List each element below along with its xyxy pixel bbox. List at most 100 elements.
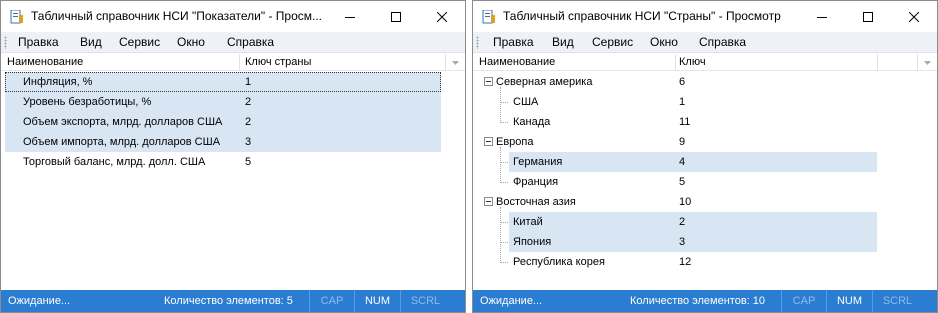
tree-child-row[interactable]: Япония 3 <box>509 232 877 252</box>
column-chooser-button[interactable] <box>445 54 465 71</box>
tree-connector <box>500 242 508 243</box>
tree-connector <box>500 162 508 163</box>
column-name-header[interactable]: Наименование <box>7 56 83 68</box>
tree-group-row[interactable]: Северная америка 6 <box>481 72 877 92</box>
title-bar[interactable]: Табличный справочник НСИ "Показатели" - … <box>1 1 465 32</box>
column-name-header[interactable]: Наименование <box>479 56 555 68</box>
row-key: 5 <box>679 176 686 188</box>
menu-window[interactable]: Окно <box>650 35 678 49</box>
menu-grip[interactable] <box>4 36 7 49</box>
row-key: 2 <box>245 96 252 108</box>
menu-help[interactable]: Справка <box>227 35 274 49</box>
minimize-button[interactable] <box>327 1 373 32</box>
close-button[interactable] <box>891 1 937 32</box>
collapse-toggle-icon[interactable] <box>484 197 493 206</box>
row-name: Восточная азия <box>496 196 576 208</box>
close-icon <box>909 11 919 22</box>
table-row[interactable]: Инфляция, % 1 <box>5 72 441 92</box>
menu-view[interactable]: Вид <box>552 35 574 49</box>
tree-group-row[interactable]: Восточная азия 10 <box>481 192 877 212</box>
tree-connector <box>500 87 501 123</box>
column-divider[interactable] <box>675 54 676 71</box>
item-count: Количество элементов: 10 <box>630 295 766 307</box>
num-lock-indicator: NUM <box>826 290 872 312</box>
row-name: Франция <box>513 176 559 188</box>
maximize-icon <box>863 11 873 22</box>
title-bar[interactable]: Табличный справочник НСИ "Страны" - Прос… <box>473 1 937 32</box>
tree-child-row[interactable]: Германия 4 <box>509 152 877 172</box>
tree-group-row[interactable]: Европа 9 <box>481 132 877 152</box>
tree-child-row[interactable]: США 1 <box>509 92 877 112</box>
column-key-header[interactable]: Ключ страны <box>245 56 311 68</box>
app-icon <box>482 10 495 24</box>
tree-connector <box>500 207 501 263</box>
row-name: Республика корея <box>513 256 605 268</box>
row-name: Япония <box>513 236 552 248</box>
menu-bar: Правка Вид Сервис Окно Справка <box>473 32 937 53</box>
table-row[interactable]: Уровень безработицы, % 2 <box>5 92 441 112</box>
collapse-toggle-icon[interactable] <box>484 137 493 146</box>
column-divider[interactable] <box>239 54 240 71</box>
row-key: 11 <box>679 116 691 128</box>
table-row[interactable]: Торговый баланс, млрд. долл. США 5 <box>5 152 441 172</box>
window-title: Табличный справочник НСИ "Показатели" - … <box>31 9 323 23</box>
column-key-header[interactable]: Ключ <box>679 56 706 68</box>
column-divider[interactable] <box>877 54 878 71</box>
row-name: Канада <box>513 116 551 128</box>
menu-grip[interactable] <box>476 36 479 49</box>
tree-child-row[interactable]: Канада 11 <box>509 112 877 132</box>
column-header: Наименование Ключ страны <box>1 54 465 71</box>
chevron-down-icon <box>452 60 459 65</box>
row-key: 2 <box>245 116 252 128</box>
collapse-toggle-icon[interactable] <box>484 77 493 86</box>
row-name: Северная америка <box>496 76 593 88</box>
menu-bar: Правка Вид Сервис Окно Справка <box>1 32 465 53</box>
row-name: Уровень безработицы, % <box>23 96 152 108</box>
chevron-down-icon <box>924 60 931 65</box>
tree-connector <box>500 147 501 183</box>
column-chooser-button[interactable] <box>917 54 937 71</box>
row-name: США <box>513 96 539 108</box>
tree-connector <box>500 222 508 223</box>
status-bar: Ожидание... Количество элементов: 10 CAP… <box>473 290 937 312</box>
row-key: 4 <box>679 156 686 168</box>
row-key: 1 <box>679 96 686 108</box>
tree-child-row[interactable]: Китай 2 <box>509 212 877 232</box>
row-key: 5 <box>245 156 252 168</box>
menu-service[interactable]: Сервис <box>119 35 160 49</box>
tree-child-row[interactable]: Республика корея 12 <box>509 252 877 272</box>
maximize-button[interactable] <box>845 1 891 32</box>
tree-connector <box>500 182 508 183</box>
status-bar: Ожидание... Количество элементов: 5 CAP … <box>1 290 465 312</box>
close-icon <box>437 11 447 22</box>
row-key: 3 <box>245 136 252 148</box>
app-icon <box>10 10 23 24</box>
row-key: 3 <box>679 236 686 248</box>
row-key: 9 <box>679 136 686 148</box>
caps-lock-indicator: CAP <box>309 290 354 312</box>
row-name: Объем импорта, млрд. долларов США <box>23 136 221 148</box>
row-key: 1 <box>245 76 252 88</box>
menu-window[interactable]: Окно <box>177 35 205 49</box>
indicators-window: Табличный справочник НСИ "Показатели" - … <box>0 0 466 313</box>
menu-edit[interactable]: Правка <box>493 35 534 49</box>
maximize-icon <box>391 11 401 22</box>
scroll-lock-indicator: SCRL <box>400 290 450 312</box>
row-key: 10 <box>679 196 692 208</box>
item-count: Количество элементов: 5 <box>164 295 293 307</box>
close-button[interactable] <box>419 1 465 32</box>
table-row[interactable]: Объем экспорта, млрд. долларов США 2 <box>5 112 441 132</box>
minimize-button[interactable] <box>799 1 845 32</box>
maximize-button[interactable] <box>373 1 419 32</box>
menu-edit[interactable]: Правка <box>18 35 59 49</box>
window-title: Табличный справочник НСИ "Страны" - Прос… <box>503 9 781 23</box>
row-name: Объем экспорта, млрд. долларов США <box>23 116 223 128</box>
menu-service[interactable]: Сервис <box>592 35 633 49</box>
num-lock-indicator: NUM <box>354 290 400 312</box>
tree-child-row[interactable]: Франция 5 <box>509 172 877 192</box>
row-name: Торговый баланс, млрд. долл. США <box>23 156 206 168</box>
row-name: Инфляция, % <box>23 76 93 88</box>
table-row[interactable]: Объем импорта, млрд. долларов США 3 <box>5 132 441 152</box>
menu-view[interactable]: Вид <box>80 35 102 49</box>
menu-help[interactable]: Справка <box>699 35 746 49</box>
